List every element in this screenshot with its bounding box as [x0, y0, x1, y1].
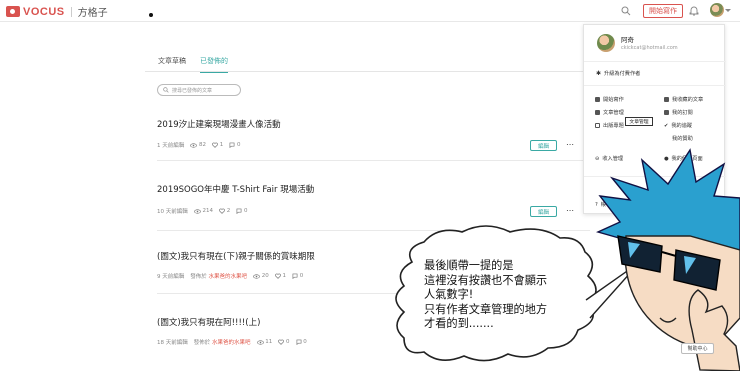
page: VOCUS 方格子 開始寫作 文章草稿 已發佈的 搜尋已發佈的文章 2019汐止… [0, 0, 740, 371]
cartoon-overlay [395, 148, 740, 371]
speech-bubble-text: 最後順帶一提的是 這裡沒有按讚也不會顯示 人氣數字! 只有作者文章管理的地方 才… [424, 259, 548, 330]
help-center-button[interactable]: 幫助中心 [681, 343, 714, 354]
